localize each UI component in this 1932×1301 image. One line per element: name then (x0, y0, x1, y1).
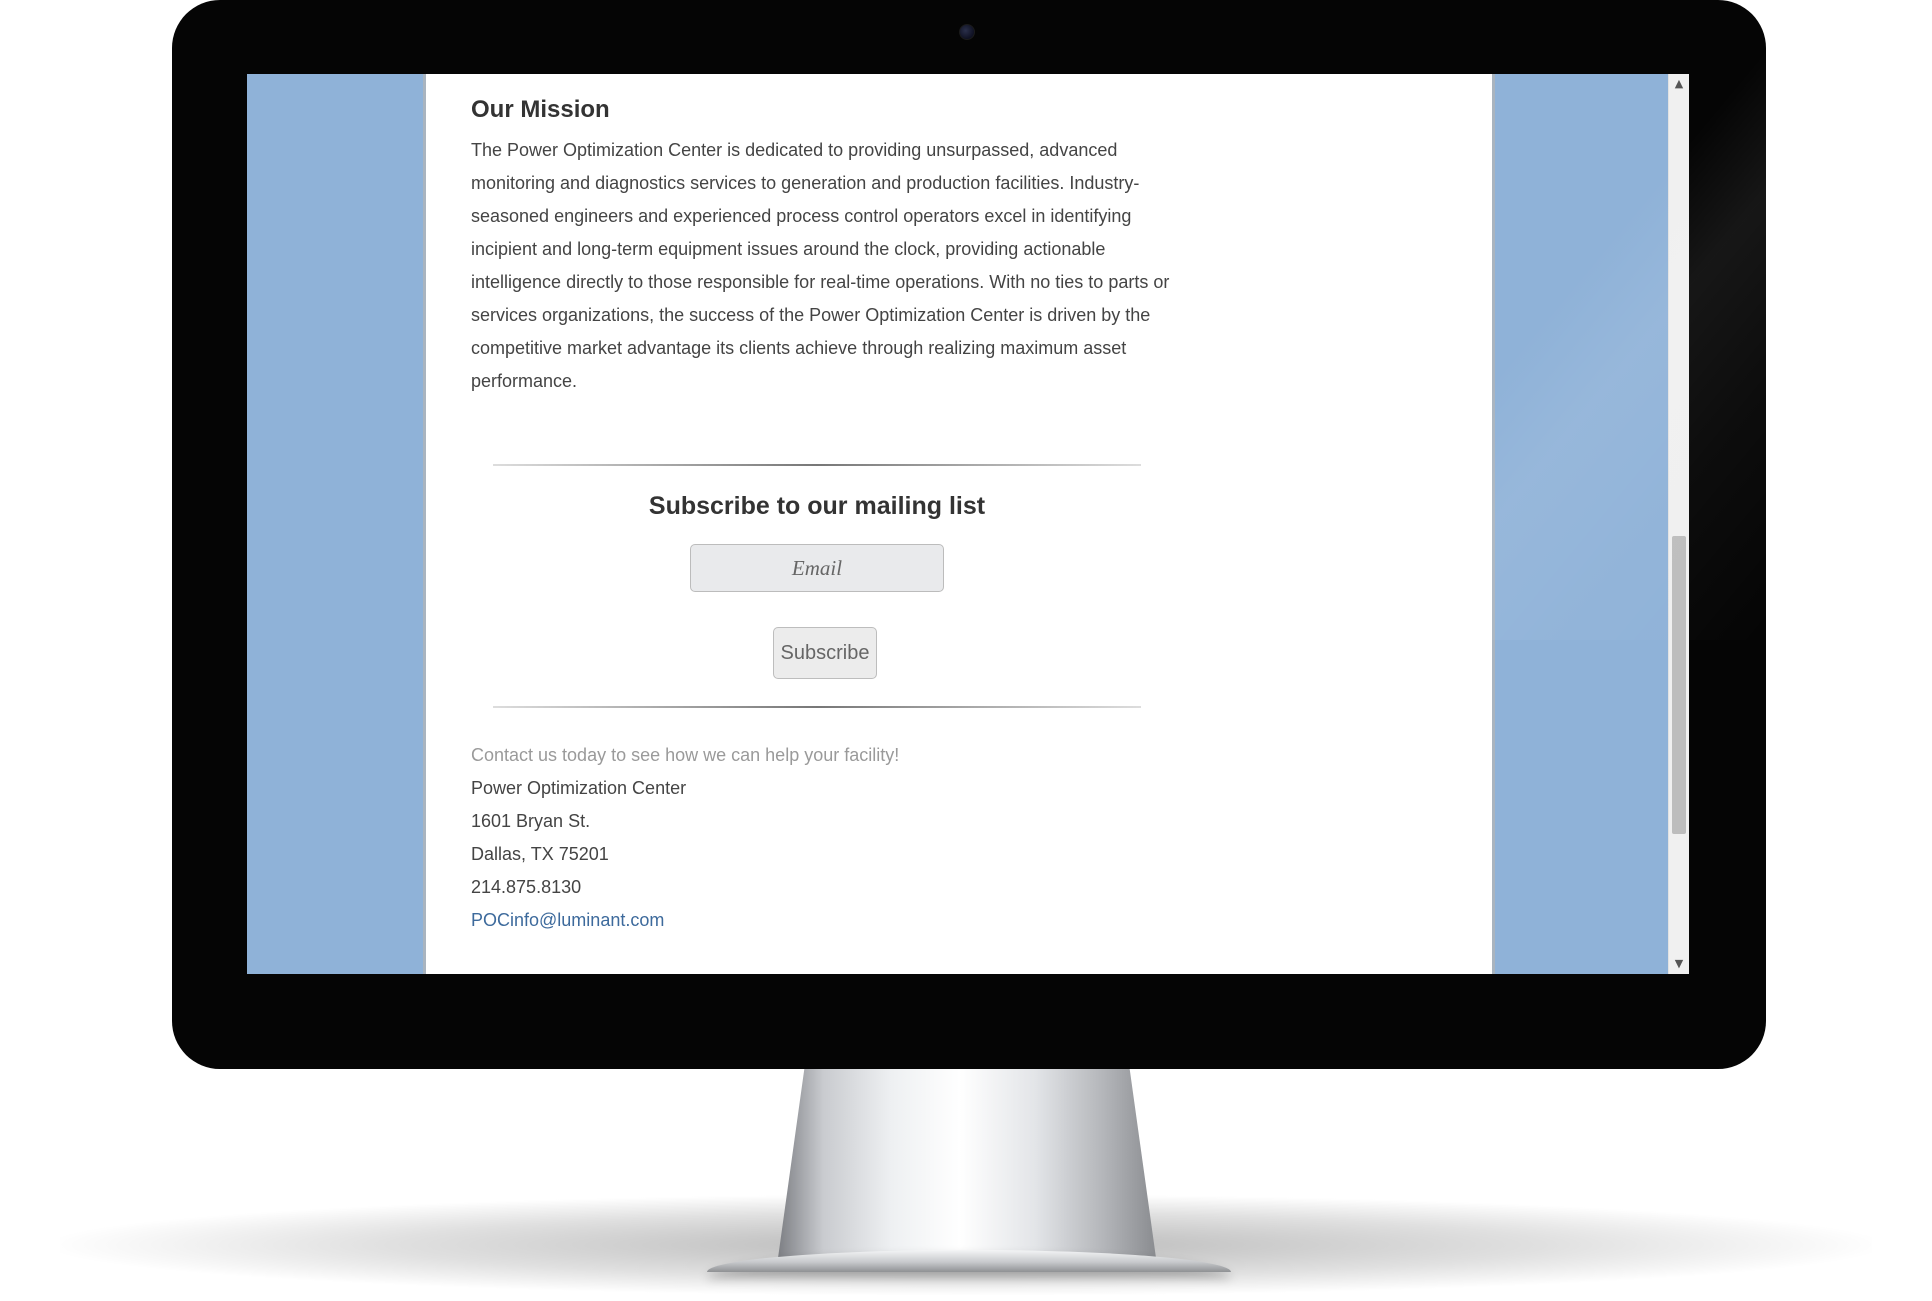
page-content: Our Mission The Power Optimization Cente… (423, 74, 1495, 974)
vertical-scrollbar[interactable]: ▲ ▼ (1668, 74, 1689, 974)
contact-city: Dallas, TX 75201 (471, 844, 609, 864)
contact-phone: 214.875.8130 (471, 877, 582, 897)
contact-email-link[interactable]: POCinfo@luminant.com (471, 910, 664, 930)
contact-block: Contact us today to see how we can help … (471, 739, 899, 937)
subscribe-button[interactable]: Subscribe (773, 627, 877, 679)
email-input[interactable] (690, 544, 944, 592)
contact-street: 1601 Bryan St. (471, 811, 591, 831)
contact-organization: Power Optimization Center (471, 778, 687, 798)
mission-text: The Power Optimization Center is dedicat… (471, 140, 1170, 391)
browser-viewport: Our Mission The Power Optimization Cente… (247, 74, 1689, 974)
contact-cta: Contact us today to see how we can help … (471, 745, 900, 765)
monitor-stand (778, 1068, 1156, 1258)
divider (493, 464, 1141, 466)
subscribe-heading: Subscribe to our mailing list (648, 492, 986, 520)
monitor-bezel: Our Mission The Power Optimization Cente… (172, 0, 1766, 1069)
chevron-up-icon[interactable]: ▲ (1669, 74, 1689, 94)
mission-heading: Our Mission (471, 96, 610, 123)
divider (493, 706, 1141, 708)
chevron-down-icon[interactable]: ▼ (1669, 954, 1689, 974)
camera-icon (959, 24, 975, 40)
scrollbar-thumb[interactable] (1672, 536, 1686, 834)
